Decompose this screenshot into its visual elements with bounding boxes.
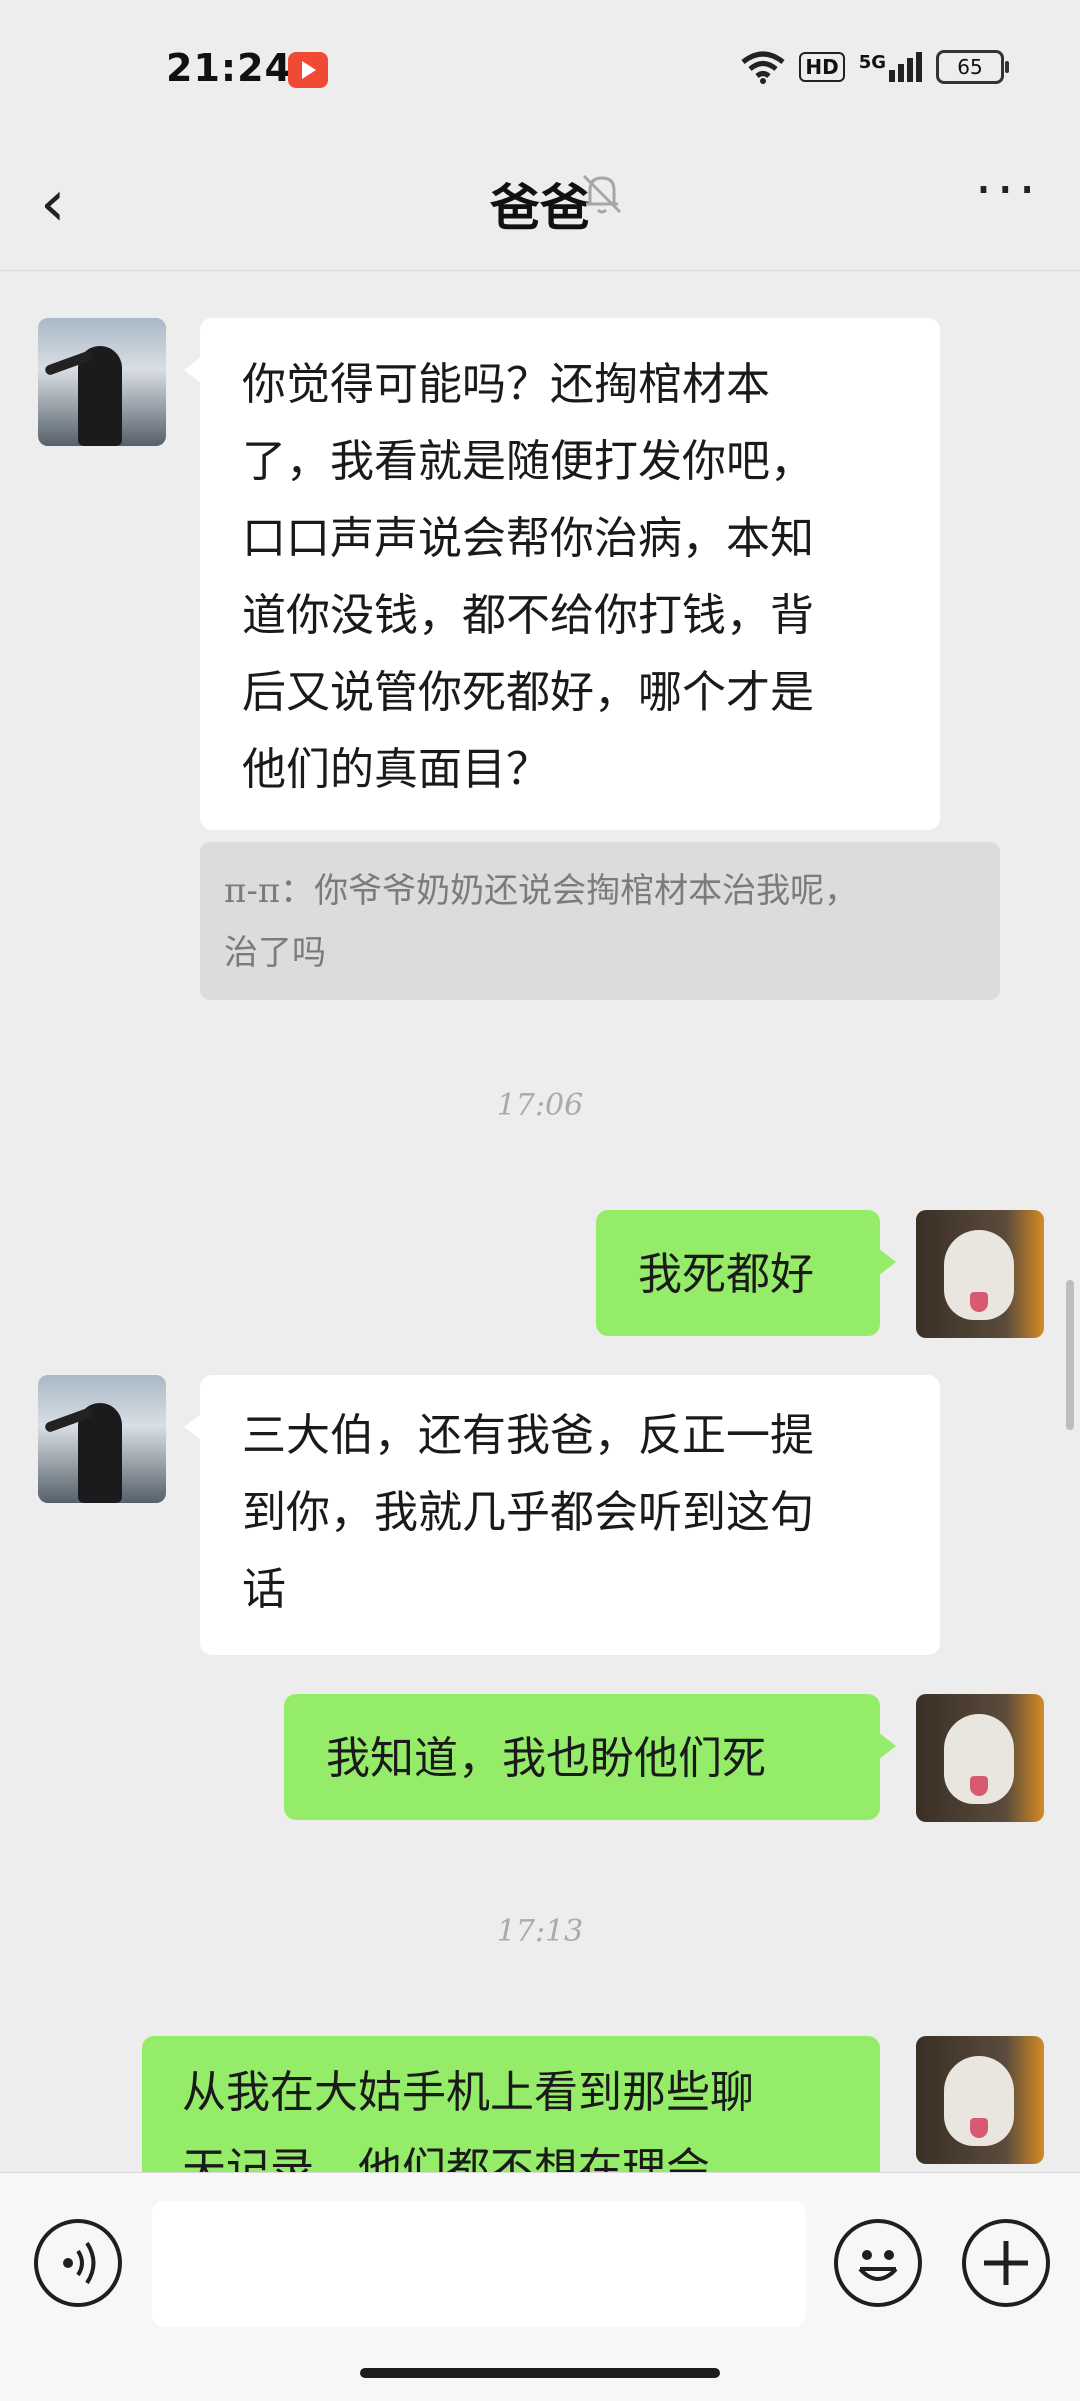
my-avatar[interactable] [916,1694,1044,1822]
incoming-message[interactable]: 你觉得可能吗？还掏棺材本 了，我看就是随便打发你吧， 口口声声说会帮你治病，本知… [184,318,940,830]
message-line: 我知道，我也盼他们死 [326,1733,766,1784]
incoming-message[interactable]: 三大伯，还有我爸，反正一提 到你，我就几乎都会听到这句 话 [184,1375,940,1655]
my-avatar[interactable] [916,1210,1044,1338]
quote-line: 治了吗 [224,933,326,973]
message-timestamp: 17:13 [496,1914,584,1949]
message-timestamp: 17:06 [496,1088,584,1123]
screen-record-icon [288,52,328,88]
signal-icon: 5G [859,52,922,82]
message-input[interactable] [152,2201,806,2327]
wifi-icon [741,51,785,84]
bell-muted-icon [582,174,622,214]
hd-badge: HD [799,52,845,82]
battery-icon: 65 [936,50,1009,84]
plus-button[interactable] [962,2219,1050,2307]
voice-icon [63,2241,96,2285]
status-time: 21:24 [166,46,292,90]
status-bar: 21:24 HD 5G 65 [0,0,1080,140]
contact-avatar[interactable] [38,1375,166,1503]
more-options-button[interactable]: ··· [975,158,1040,223]
plus-icon [984,2241,1028,2285]
message-line: 到你，我就几乎都会听到这句 [242,1487,814,1538]
message-line: 道你没钱，都不给你打钱，背 [242,590,814,641]
my-avatar[interactable] [916,2036,1044,2164]
status-icons: HD 5G 65 [741,50,1009,84]
quoted-message[interactable]: π-π：你爷爷奶奶还说会掏棺材本治我呢， 治了吗 [200,842,1000,1000]
message-line: 了，我看就是随便打发你吧， [242,436,814,487]
contact-avatar[interactable] [38,318,166,446]
message-line: 口口声声说会帮你治病，本知 [242,513,814,564]
emoji-icon [858,2250,898,2281]
message-line: 天记录，他们都不想在理会 [182,2144,710,2172]
message-line: 话 [242,1564,286,1615]
outgoing-message[interactable]: 我死都好 [596,1210,896,1336]
chat-title: 爸爸 [490,179,590,237]
voice-input-button[interactable] [34,2219,122,2307]
message-line: 三大伯，还有我爸，反正一提 [242,1410,814,1461]
message-line: 从我在大姑手机上看到那些聊 [182,2067,754,2118]
emoji-button[interactable] [834,2219,922,2307]
outgoing-message[interactable]: 从我在大姑手机上看到那些聊 天记录，他们都不想在理会 [142,2036,880,2172]
message-line: 他们的真面目？ [242,744,550,795]
outgoing-message[interactable]: 我知道，我也盼他们死 [284,1694,896,1820]
chat-header: ‹ 爸爸 ··· [0,140,1080,271]
quote-line: π-π：你爷爷奶奶还说会掏棺材本治我呢， [224,871,859,911]
home-indicator[interactable] [360,2368,720,2378]
message-line: 后又说管你死都好，哪个才是 [242,667,814,718]
message-line: 你觉得可能吗？还掏棺材本 [242,359,770,410]
scrollbar[interactable] [1066,1280,1074,1430]
message-line: 我死都好 [638,1249,814,1300]
input-bar [0,2172,1080,2401]
network-type: 5G [858,52,886,73]
